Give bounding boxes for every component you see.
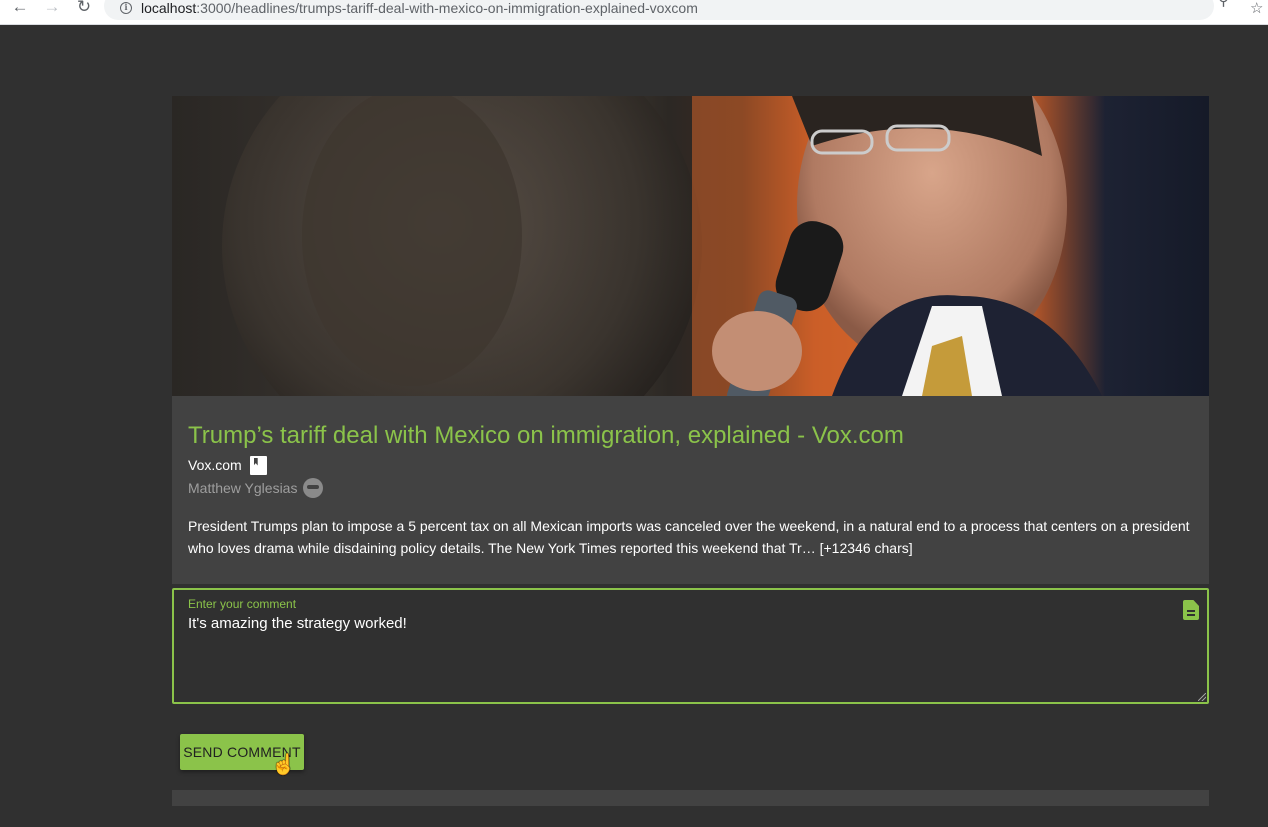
article-description: President Trumps plan to impose a 5 perc…: [188, 518, 1190, 556]
forward-icon[interactable]: →: [40, 0, 64, 18]
url-text[interactable]: localhost:3000/headlines/trumps-tariff-d…: [141, 0, 698, 16]
comment-input[interactable]: It's amazing the strategy worked!: [188, 615, 1148, 685]
author-name: Matthew Yglesias: [188, 480, 298, 496]
reload-icon[interactable]: ↻: [72, 0, 96, 18]
hand-cursor-icon: ☝: [271, 754, 296, 776]
key-icon[interactable]: ⚲: [1218, 0, 1229, 9]
url-host: localhost: [141, 0, 197, 16]
comments-list: [172, 790, 1209, 806]
star-icon[interactable]: ☆: [1250, 0, 1263, 17]
article-author: Matthew Yglesias: [188, 477, 324, 499]
back-icon[interactable]: ←: [8, 0, 32, 18]
comment-field[interactable]: Enter your comment It's amazing the stra…: [172, 588, 1209, 704]
source-name[interactable]: Vox.com: [188, 457, 242, 473]
article-source: Vox.com: [188, 455, 267, 475]
info-icon[interactable]: i: [120, 2, 132, 14]
resize-handle[interactable]: [1198, 693, 1206, 701]
comment-label: Enter your comment: [188, 597, 297, 611]
url-path: :3000/headlines/trumps-tariff-deal-with-…: [196, 0, 698, 16]
author-icon: [303, 478, 324, 498]
article-photo: [172, 96, 1209, 396]
browser-toolbar: ← → ↻ i localhost:3000/headlines/trumps-…: [0, 0, 1268, 25]
article-card: Trump’s tariff deal with Mexico on immig…: [172, 96, 1209, 584]
article-title[interactable]: Trump’s tariff deal with Mexico on immig…: [188, 422, 904, 450]
bookmark-icon[interactable]: [249, 455, 267, 475]
document-icon: [1183, 600, 1199, 620]
address-bar[interactable]: i localhost:3000/headlines/trumps-tariff…: [104, 0, 1229, 20]
